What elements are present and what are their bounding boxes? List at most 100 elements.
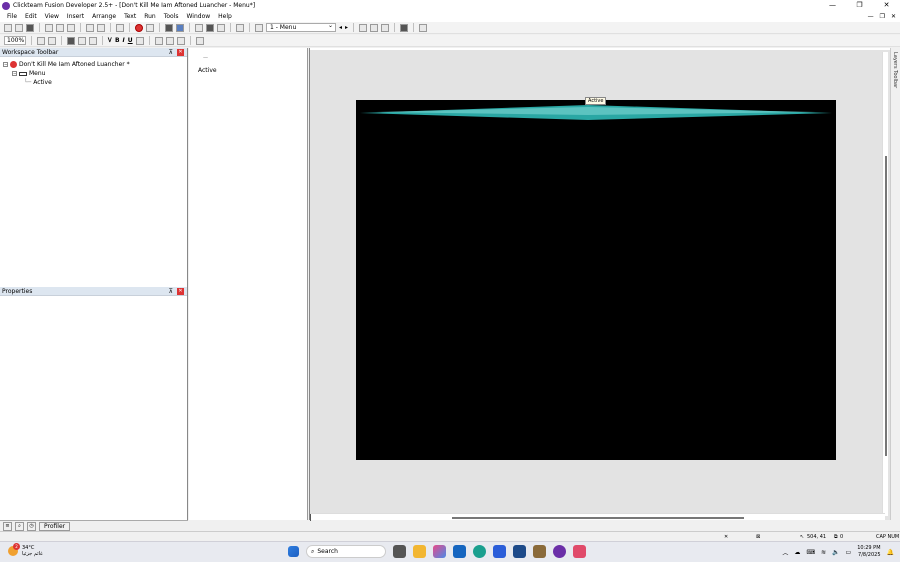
frame-editor-icon[interactable]	[176, 23, 184, 32]
frame-view-icon[interactable]	[381, 23, 390, 32]
collapse-icon[interactable]: −	[12, 71, 17, 76]
volume-icon[interactable]: 🔈	[832, 549, 839, 556]
menu-file[interactable]: File	[3, 13, 21, 20]
magic-wand-icon[interactable]	[255, 23, 263, 32]
collapse-icon[interactable]: −	[3, 62, 8, 67]
target-icon[interactable]	[146, 23, 154, 32]
horizontal-scroll-thumb[interactable]	[452, 517, 744, 519]
windows-start-icon[interactable]	[288, 546, 299, 557]
clock-tab-icon[interactable]: ◷	[27, 521, 36, 531]
discord-icon[interactable]	[573, 545, 586, 558]
outlook-icon[interactable]	[453, 545, 466, 558]
frame-properties-icon[interactable]	[359, 23, 368, 32]
text-color-icon[interactable]	[135, 36, 144, 45]
zoom-dropdown[interactable]: 100%	[4, 36, 26, 45]
pin-icon[interactable]: ⊼	[169, 49, 173, 56]
vertical-scroll-thumb[interactable]	[885, 156, 887, 456]
resize-icon[interactable]	[195, 36, 204, 45]
fusion-taskbar-icon[interactable]	[553, 545, 566, 558]
zoom-tool-icon[interactable]	[48, 36, 56, 45]
frame-editor[interactable]: Active	[309, 48, 891, 521]
wifi-icon[interactable]: ≋	[821, 549, 826, 556]
menu-arrange[interactable]: Arrange	[88, 13, 120, 20]
mdi-close-button[interactable]: ✕	[891, 11, 896, 22]
layers-icon[interactable]	[400, 23, 409, 32]
align-center-icon[interactable]	[165, 36, 174, 45]
pin-icon[interactable]: ⊼	[169, 288, 173, 295]
layers-toolbar-strip[interactable]: Layers Toolbar	[890, 48, 900, 520]
battery-icon[interactable]: ▭	[846, 549, 852, 556]
menu-window[interactable]: Window	[183, 13, 215, 20]
menu-help[interactable]: Help	[214, 13, 236, 20]
notification-bell-icon[interactable]: 🔔	[887, 549, 894, 556]
storyboard-icon[interactable]	[165, 23, 173, 32]
open-icon[interactable]	[15, 23, 23, 32]
frame-copy-icon[interactable]	[370, 23, 379, 32]
italic-button[interactable]: I	[123, 37, 125, 44]
previous-frame-icon[interactable]: ◂	[339, 24, 342, 31]
keyboard-icon[interactable]: ⌨	[806, 549, 815, 556]
close-button[interactable]: ✕	[873, 0, 900, 11]
profiler-tab[interactable]: Profiler	[39, 521, 71, 531]
frame-dropdown[interactable]: 1 - Menu	[266, 22, 336, 32]
search-tab-icon[interactable]: ⌕	[15, 521, 24, 531]
fill-icon[interactable]	[89, 36, 97, 45]
mdi-restore-button[interactable]: ❐	[880, 11, 885, 22]
event-editor-icon[interactable]	[195, 23, 203, 32]
horizontal-scrollbar[interactable]	[310, 513, 885, 521]
font-icon[interactable]: Ꮩ	[108, 37, 112, 45]
menu-insert[interactable]: Insert	[63, 13, 88, 20]
undo-icon[interactable]	[86, 23, 94, 32]
menu-text[interactable]: Text	[120, 13, 140, 20]
underline-button[interactable]: U	[128, 37, 133, 44]
minimize-button[interactable]: —	[819, 0, 846, 11]
data-elements-icon[interactable]	[217, 23, 225, 32]
bold-button[interactable]: B	[115, 37, 120, 44]
menu-edit[interactable]: Edit	[21, 13, 41, 20]
mdi-minimize-button[interactable]: —	[868, 11, 874, 22]
cloud-icon[interactable]: ☁	[794, 549, 800, 556]
workspace-toolbar-header: Workspace Toolbar ⊼ ✕	[0, 48, 187, 57]
taskbar-clock[interactable]: 10:29 PM 7/8/2025	[857, 545, 880, 559]
task-view-icon[interactable]	[393, 545, 406, 558]
tray-chevron-icon[interactable]: ︿	[782, 548, 788, 557]
app-icon[interactable]	[493, 545, 506, 558]
close-icon[interactable]: ✕	[177, 49, 184, 56]
stop-icon[interactable]	[135, 23, 143, 32]
copilot-icon[interactable]	[433, 545, 446, 558]
menu-run[interactable]: Run	[140, 13, 160, 20]
tree-item-frame[interactable]: − Menu	[0, 69, 187, 78]
workspace-tab-icon[interactable]: ≡	[3, 521, 12, 531]
store-icon[interactable]	[513, 545, 526, 558]
object-item-active[interactable]: Active	[198, 67, 217, 74]
weather-widget[interactable]: 2 34°C غائم جزئيا	[8, 543, 43, 557]
vertical-scrollbar[interactable]	[882, 52, 888, 516]
align-left-icon[interactable]	[154, 36, 163, 45]
snap-icon[interactable]	[78, 36, 86, 45]
taskbar-search[interactable]: ⌕ Search	[306, 545, 386, 558]
grid-icon[interactable]	[236, 23, 244, 32]
save-icon[interactable]	[26, 23, 34, 32]
hand-tool-icon[interactable]	[37, 36, 45, 45]
edge-icon[interactable]	[473, 545, 486, 558]
maximize-button[interactable]: ❐	[846, 0, 873, 11]
menu-view[interactable]: View	[41, 13, 63, 20]
frame-canvas[interactable]	[356, 100, 836, 460]
redo-icon[interactable]	[97, 23, 105, 32]
show-grid-icon[interactable]	[67, 36, 75, 45]
file-explorer-icon[interactable]	[413, 545, 426, 558]
help-icon[interactable]	[116, 23, 124, 32]
new-icon[interactable]	[4, 23, 12, 32]
tree-item-object[interactable]: └─ Active	[0, 78, 187, 87]
next-frame-icon[interactable]: ▸	[345, 24, 348, 31]
cut-icon[interactable]	[45, 23, 53, 32]
align-right-icon[interactable]	[176, 36, 185, 45]
package-icon[interactable]	[533, 545, 546, 558]
copy-icon[interactable]	[56, 23, 64, 32]
swap-icon[interactable]	[419, 23, 428, 32]
menu-tools[interactable]: Tools	[160, 13, 183, 20]
tree-item-app[interactable]: − Don't Kill Me Iam Aftoned Luancher *	[0, 60, 187, 69]
close-icon[interactable]: ✕	[177, 288, 184, 295]
event-list-icon[interactable]	[206, 23, 214, 32]
paste-icon[interactable]	[67, 23, 75, 32]
